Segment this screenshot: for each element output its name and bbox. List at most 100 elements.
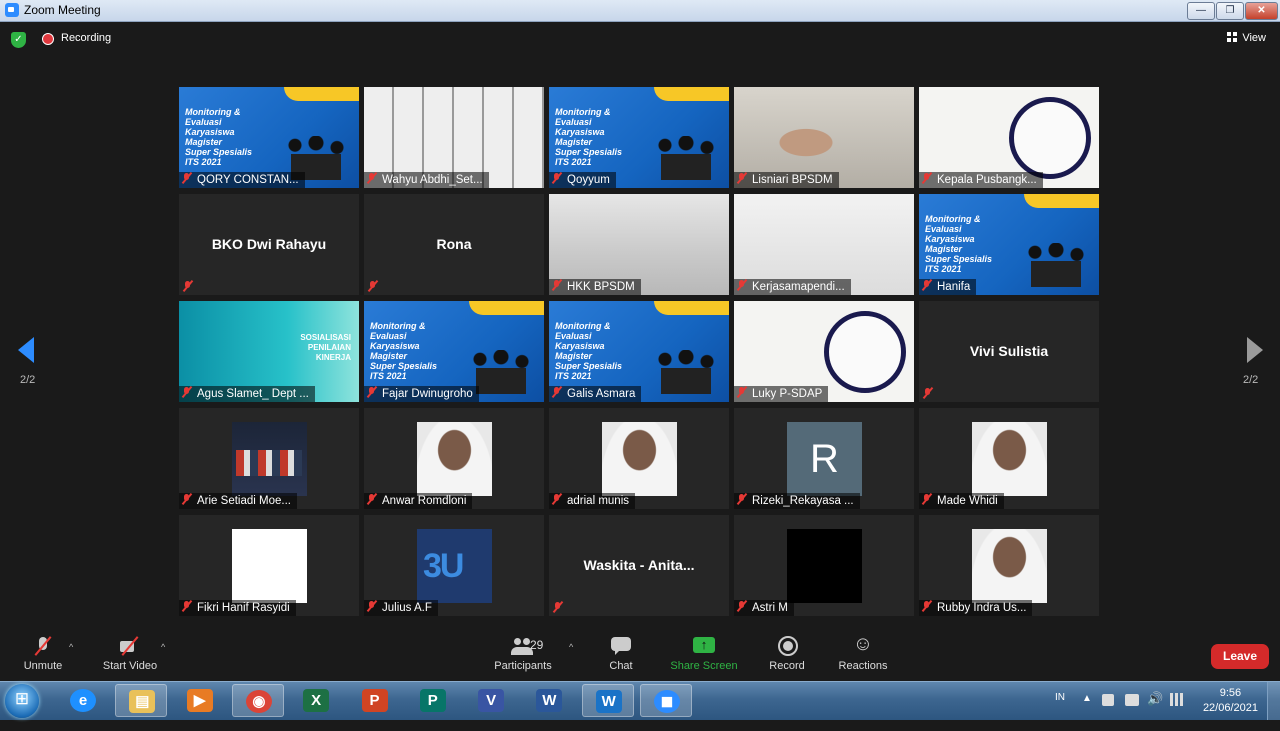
security-shield-icon[interactable]: ✓: [11, 32, 26, 48]
participant-tile-waskita-anita[interactable]: Waskita - Anita...: [549, 515, 729, 616]
participant-tile-made-whidi[interactable]: Made Whidi: [919, 408, 1099, 509]
taskbar-powerpoint-button[interactable]: P: [349, 684, 401, 717]
participant-tile-adrial-munis[interactable]: adrial munis: [549, 408, 729, 509]
close-button[interactable]: ✕: [1245, 2, 1278, 20]
participant-tile-wahyu-abdhi-set[interactable]: Wahyu Abdhi_Set...: [364, 87, 544, 188]
reactions-button[interactable]: Reactions: [836, 630, 890, 672]
participant-name: Luky P-SDAP: [752, 388, 823, 400]
participant-name: Kerjasamapendi...: [752, 281, 845, 293]
taskbar-ie-button[interactable]: e: [57, 684, 109, 717]
participant-name: adrial munis: [567, 495, 629, 507]
participant-tile-rizeki-rekayasa[interactable]: R Rizeki_Rekayasa ...: [734, 408, 914, 509]
share-screen-button[interactable]: Share Screen: [670, 630, 738, 672]
participant-label: Kerjasamapendi...: [734, 279, 851, 295]
participant-label: Fajar Dwinugroho: [364, 386, 479, 402]
taskbar-chrome-button[interactable]: ◉: [231, 684, 284, 717]
previous-page-arrow-icon[interactable]: [18, 337, 34, 363]
participant-name: Rona: [436, 236, 472, 252]
maximize-button[interactable]: ❐: [1216, 2, 1244, 20]
muted-mic-icon: [32, 636, 54, 656]
view-button[interactable]: View: [1227, 32, 1266, 44]
participant-tile-galis-asmara[interactable]: Monitoring & Evaluasi Karyasiswa Magiste…: [549, 301, 729, 402]
participant-tile-kepala-pusbangk[interactable]: Kepala Pusbangk...: [919, 87, 1099, 188]
profile-picture: [602, 422, 677, 496]
meeting-toolbar: Unmute ^ Start Video ^ 29 Participants ^…: [0, 630, 1280, 681]
start-video-button[interactable]: Start Video: [100, 630, 160, 672]
recording-icon: [42, 33, 54, 45]
taskbar-visio-button[interactable]: V: [465, 684, 517, 717]
participant-tile-fikri-hanif-rasyidi[interactable]: Fikri Hanif Rasyidi: [179, 515, 359, 616]
participant-label: Wahyu Abdhi_Set...: [364, 172, 489, 188]
muted-mic-icon: [368, 281, 377, 292]
meeting-topbar: ✓ Recording View: [0, 22, 1280, 62]
reactions-label: Reactions: [838, 660, 888, 672]
record-button[interactable]: Record: [768, 630, 806, 672]
participant-tile-lisniari-bpsdm[interactable]: Lisniari BPSDM: [734, 87, 914, 188]
taskbar-publisher-button[interactable]: P: [407, 684, 459, 717]
participant-tile-julius-a-f[interactable]: Julius A.F: [364, 515, 544, 616]
taskbar-writer-button[interactable]: W: [581, 684, 634, 717]
participant-tile-qory-constan[interactable]: Monitoring & Evaluasi Karyasiswa Magiste…: [179, 87, 359, 188]
participant-tile-anwar-romdloni[interactable]: Anwar Romdloni: [364, 408, 544, 509]
participant-tile-agus-slamet-dept[interactable]: SOSIALISASI PENILAIAN KINERJA Agus Slamet…: [179, 301, 359, 402]
muted-mic-icon: [367, 601, 376, 612]
participants-button[interactable]: 29 Participants: [492, 630, 554, 672]
leave-button[interactable]: Leave: [1211, 644, 1269, 669]
participant-label: Kepala Pusbangk...: [919, 172, 1043, 188]
excel-icon: X: [303, 689, 330, 712]
show-desktop-button[interactable]: [1267, 682, 1280, 720]
banner-text: Monitoring & Evaluasi Karyasiswa Magiste…: [370, 321, 438, 381]
participant-name: Galis Asmara: [567, 388, 636, 400]
participant-tile-luky-p-sdap[interactable]: Luky P-SDAP: [734, 301, 914, 402]
participant-tile-vivi-sulistia[interactable]: Vivi Sulistia: [919, 301, 1099, 402]
video-options-caret-icon[interactable]: ^: [161, 642, 165, 652]
signal-icon[interactable]: [1170, 693, 1185, 706]
language-indicator[interactable]: IN: [1055, 692, 1065, 730]
participant-tile-hanifa[interactable]: Monitoring & Evaluasi Karyasiswa Magiste…: [919, 194, 1099, 295]
participant-tile-rona[interactable]: Rona: [364, 194, 544, 295]
participant-tile-arie-setiadi-moe[interactable]: Arie Setiadi Moe...: [179, 408, 359, 509]
participant-tile-qoyyum[interactable]: Monitoring & Evaluasi Karyasiswa Magiste…: [549, 87, 729, 188]
participant-tile-astri-m[interactable]: Astri M: [734, 515, 914, 616]
next-page-arrow-icon[interactable]: [1247, 337, 1263, 363]
participant-tile-bko-dwi-rahayu[interactable]: BKO Dwi Rahayu: [179, 194, 359, 295]
profile-picture: [232, 422, 307, 496]
ie-icon: e: [70, 689, 96, 712]
participant-label: Rizeki_Rekayasa ...: [734, 493, 860, 509]
video-off-icon: [119, 636, 141, 656]
taskbar-excel-button[interactable]: X: [290, 684, 342, 717]
usb-device-icon[interactable]: [1102, 694, 1114, 706]
unmute-button[interactable]: Unmute: [18, 630, 68, 672]
taskbar-zoom-button[interactable]: ◼: [640, 684, 692, 717]
system-clock[interactable]: 9:56 22/06/2021: [1203, 686, 1258, 716]
profile-picture: [417, 422, 492, 496]
taskbar-word-button[interactable]: W: [523, 684, 575, 717]
taskbar-explorer-button[interactable]: ▤: [115, 684, 168, 717]
profile-picture: [972, 422, 1047, 496]
muted-mic-icon: [737, 280, 746, 291]
participants-options-caret-icon[interactable]: ^: [569, 642, 573, 652]
muted-mic-icon: [182, 173, 191, 184]
muted-mic-icon: [922, 280, 931, 291]
participant-name: Fajar Dwinugroho: [382, 388, 473, 400]
start-button-icon[interactable]: [5, 684, 39, 718]
profile-picture: [787, 529, 862, 603]
unmute-label: Unmute: [23, 660, 63, 672]
participant-tile-hkk-bpsdm[interactable]: HKK BPSDM: [549, 194, 729, 295]
muted-mic-icon: [552, 387, 561, 398]
participant-tile-fajar-dwinugroho[interactable]: Monitoring & Evaluasi Karyasiswa Magiste…: [364, 301, 544, 402]
participant-label: Fikri Hanif Rasyidi: [179, 600, 296, 616]
volume-icon[interactable]: 🔊: [1147, 691, 1163, 729]
participant-tile-kerjasamapendi[interactable]: Kerjasamapendi...: [734, 194, 914, 295]
recording-label: Recording: [61, 32, 112, 44]
network-warning-icon[interactable]: [1125, 694, 1139, 706]
show-hidden-icons-icon[interactable]: ▲: [1082, 693, 1092, 731]
chat-button[interactable]: Chat: [604, 630, 638, 672]
participant-tile-rubby-indra-us[interactable]: Rubby Indra Us...: [919, 515, 1099, 616]
taskbar-media-player-button[interactable]: ▶: [174, 684, 226, 717]
muted-mic-icon: [552, 280, 561, 291]
chat-icon: [610, 636, 632, 656]
visio-icon: V: [478, 689, 505, 712]
audio-options-caret-icon[interactable]: ^: [69, 642, 73, 652]
minimize-button[interactable]: —: [1187, 2, 1215, 20]
